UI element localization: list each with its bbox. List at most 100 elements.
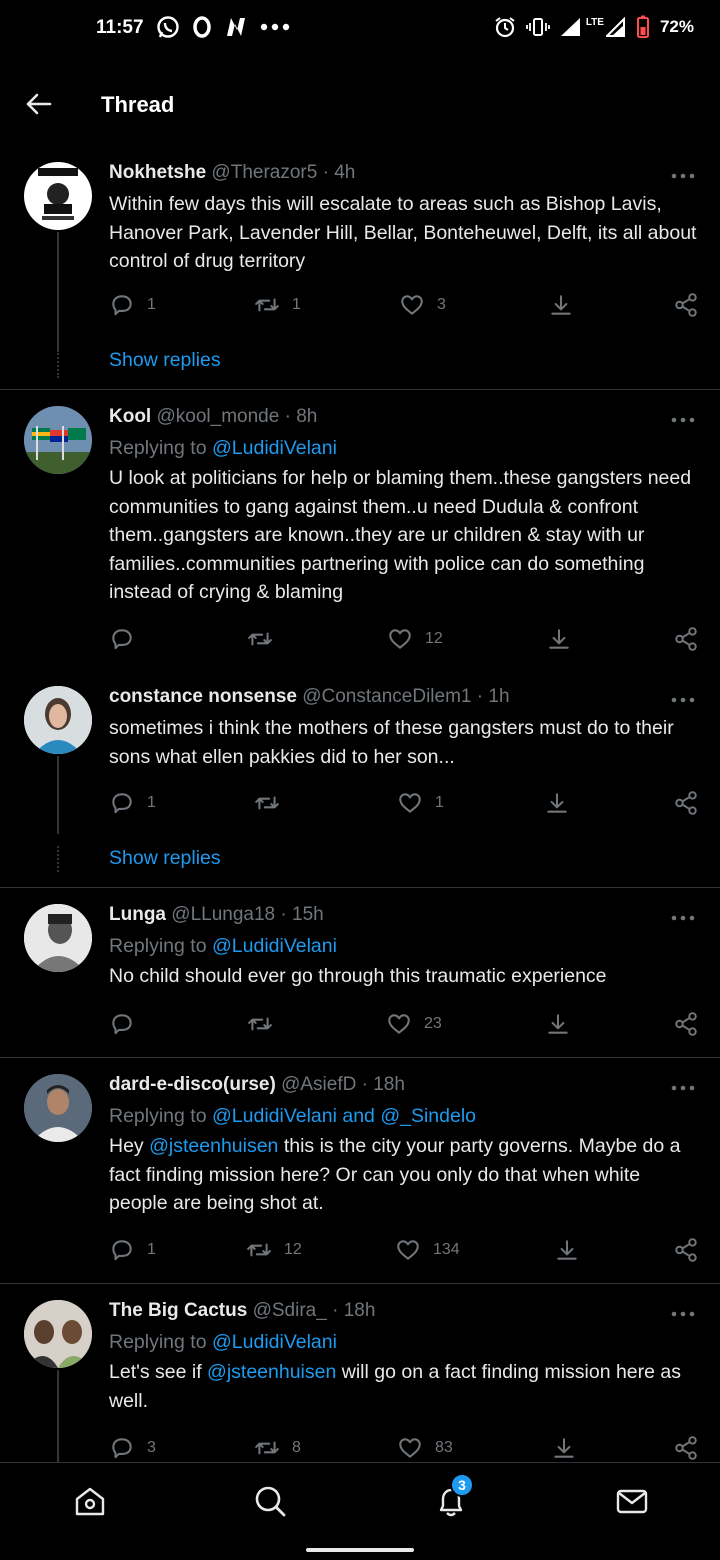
share-button[interactable] xyxy=(548,292,574,318)
reply-button[interactable] xyxy=(109,1011,147,1037)
like-button[interactable]: 1 xyxy=(397,790,444,816)
author-name[interactable]: dard-e-disco(urse) xyxy=(109,1074,276,1095)
share-button[interactable] xyxy=(546,626,572,652)
like-count: 83 xyxy=(435,1439,453,1456)
alarm-icon xyxy=(495,17,515,38)
avatar[interactable] xyxy=(24,1300,92,1368)
mention-link[interactable]: @jsteenhuisen xyxy=(149,1135,278,1157)
retweet-button[interactable]: 8 xyxy=(254,1435,301,1461)
retweet-button[interactable] xyxy=(254,790,292,816)
reply-button[interactable]: 1 xyxy=(109,1237,156,1263)
more-notifications-icon xyxy=(260,23,290,31)
tweet[interactable]: constance nonsense @ConstanceDilem1 · 1h… xyxy=(0,674,720,886)
author-name[interactable]: Lunga xyxy=(109,904,166,925)
share-button[interactable] xyxy=(544,790,570,816)
tweet-text: Let's see if @jsteenhuisen will go on a … xyxy=(109,1358,699,1415)
connect-button[interactable] xyxy=(673,1435,699,1461)
retweet-icon xyxy=(254,292,280,318)
connect-button[interactable] xyxy=(673,790,699,816)
replying-to-link[interactable]: @LudidiVelani xyxy=(212,1331,337,1353)
like-icon xyxy=(397,1435,423,1461)
tweet[interactable]: Kool @kool_monde · 8h Replying to @Ludid… xyxy=(0,390,720,674)
replying-to-link[interactable]: @LudidiVelani xyxy=(212,935,337,957)
author-name[interactable]: The Big Cactus xyxy=(109,1300,247,1321)
tweet-actions: 3 8 83 xyxy=(109,1435,699,1465)
retweet-button[interactable]: 12 xyxy=(246,1237,302,1263)
bottom-navigation: 3 xyxy=(0,1462,720,1560)
share-button[interactable] xyxy=(551,1435,577,1461)
tweet[interactable]: The Big Cactus @Sdira_ · 18h Replying to… xyxy=(0,1284,720,1462)
home-indicator[interactable] xyxy=(306,1548,414,1552)
thread-line xyxy=(57,1370,59,1462)
reply-icon xyxy=(109,790,135,816)
connect-button[interactable] xyxy=(673,292,699,318)
search-icon[interactable] xyxy=(252,1483,288,1519)
author-handle[interactable]: @LLunga18 xyxy=(171,904,275,925)
like-button[interactable]: 83 xyxy=(397,1435,453,1461)
tweet[interactable]: Lunga @LLunga18 · 15h Replying to @Ludid… xyxy=(0,888,720,1056)
reply-button[interactable]: 1 xyxy=(109,292,156,318)
author-name[interactable]: Nokhetshe xyxy=(109,162,206,183)
connect-button[interactable] xyxy=(673,1237,699,1263)
separator: · xyxy=(332,1300,339,1321)
like-icon xyxy=(387,626,413,652)
tweet-text-start: Hey xyxy=(109,1135,150,1157)
connect-button[interactable] xyxy=(673,626,699,652)
share-button[interactable] xyxy=(545,1011,571,1037)
more-options-icon[interactable] xyxy=(670,416,696,424)
replying-to-link[interactable]: @LudidiVelani xyxy=(212,437,337,459)
avatar[interactable] xyxy=(24,686,92,754)
opera-icon xyxy=(193,16,211,38)
reply-button[interactable]: 1 xyxy=(109,790,156,816)
avatar[interactable] xyxy=(24,162,92,230)
home-icon[interactable] xyxy=(72,1483,108,1519)
notification-badge: 3 xyxy=(450,1473,474,1497)
author-name[interactable]: Kool xyxy=(109,406,151,427)
author-handle[interactable]: @AsiefD xyxy=(281,1074,356,1095)
retweet-button[interactable] xyxy=(247,1011,285,1037)
show-replies-link[interactable]: Show replies xyxy=(109,349,221,372)
retweet-icon xyxy=(254,1435,280,1461)
like-button[interactable]: 12 xyxy=(387,626,443,652)
separator: · xyxy=(476,686,484,707)
like-button[interactable]: 23 xyxy=(386,1011,442,1037)
tweet-actions: 23 xyxy=(109,1011,699,1041)
messages-icon[interactable] xyxy=(614,1483,650,1519)
retweet-count: 1 xyxy=(292,296,301,313)
connect-button[interactable] xyxy=(673,1011,699,1037)
more-options-icon[interactable] xyxy=(670,1084,696,1092)
back-arrow-icon[interactable] xyxy=(24,90,52,118)
tweet[interactable]: dard-e-disco(urse) @AsiefD · 18h Replyin… xyxy=(0,1058,720,1282)
tweet-text: Hey @jsteenhuisen this is the city your … xyxy=(109,1132,699,1218)
reply-icon xyxy=(109,1237,135,1263)
author-handle[interactable]: @kool_monde xyxy=(157,406,280,427)
mention-link[interactable]: @jsteenhuisen xyxy=(207,1361,336,1383)
replying-to: Replying to @LudidiVelani xyxy=(109,434,699,462)
vibrate-icon xyxy=(525,18,550,36)
author-name[interactable]: constance nonsense xyxy=(109,686,297,707)
separator: · xyxy=(322,162,329,183)
connect-icon xyxy=(673,1435,699,1461)
more-options-icon[interactable] xyxy=(670,172,696,180)
avatar[interactable] xyxy=(24,406,92,474)
reply-button[interactable]: 3 xyxy=(109,1435,156,1461)
retweet-button[interactable]: 1 xyxy=(254,292,301,318)
author-handle[interactable]: @Therazor5 xyxy=(211,162,317,183)
like-button[interactable]: 3 xyxy=(399,292,446,318)
separator: · xyxy=(361,1074,368,1095)
replying-to-link[interactable]: @LudidiVelani and @_Sindelo xyxy=(212,1105,476,1127)
share-button[interactable] xyxy=(554,1237,580,1263)
avatar[interactable] xyxy=(24,904,92,972)
tweet[interactable]: Nokhetshe @Therazor5 · 4h Within few day… xyxy=(0,146,720,389)
avatar[interactable] xyxy=(24,1074,92,1142)
more-options-icon[interactable] xyxy=(670,914,696,922)
more-options-icon[interactable] xyxy=(670,696,696,704)
more-options-icon[interactable] xyxy=(670,1310,696,1318)
reply-button[interactable] xyxy=(109,626,147,652)
author-handle[interactable]: @Sdira_ xyxy=(253,1300,327,1321)
author-handle[interactable]: @ConstanceDilem1 xyxy=(302,686,471,707)
show-replies-link[interactable]: Show replies xyxy=(109,847,221,870)
retweet-icon xyxy=(246,1237,272,1263)
retweet-button[interactable] xyxy=(247,626,285,652)
like-button[interactable]: 134 xyxy=(395,1237,460,1263)
